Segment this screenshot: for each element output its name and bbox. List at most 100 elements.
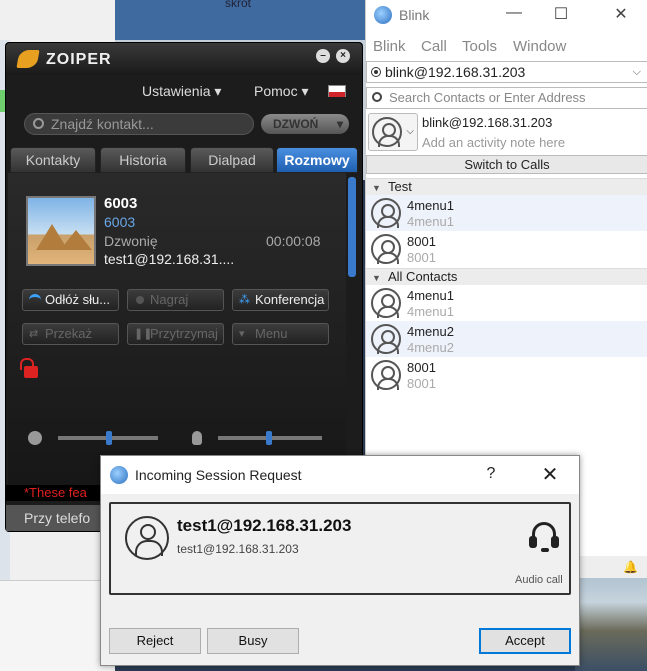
contact-uri: 8001 <box>407 376 436 391</box>
contact-name: 8001 <box>407 234 436 249</box>
close-icon[interactable]: × <box>336 49 350 63</box>
chevron-down-icon: ⌵ <box>632 66 641 78</box>
caller-uri: test1@192.168.31.203 <box>177 542 299 556</box>
avatar-icon <box>371 324 401 354</box>
record-icon <box>136 296 144 304</box>
blink-logo-icon <box>110 466 128 484</box>
blink-logo-icon <box>374 6 392 24</box>
dialog-close-button[interactable]: ✕ <box>537 462 563 487</box>
notification-bell-icon[interactable]: 🔔 <box>623 560 638 574</box>
maximize-icon[interactable]: ☐ <box>546 4 576 24</box>
hold-label: Przytrzymaj <box>150 326 218 341</box>
avatar-icon <box>372 117 402 147</box>
tab-dialpad[interactable]: Dialpad <box>190 147 274 173</box>
switch-to-calls-button[interactable]: Switch to Calls <box>366 155 647 174</box>
activity-note-input[interactable]: Add an activity note here <box>422 135 565 150</box>
tab-calls[interactable]: Rozmowy <box>276 147 358 173</box>
contact-search-input[interactable]: Znajdź kontakt... <box>24 113 254 135</box>
conference-label: Konferencja <box>255 292 325 307</box>
call-contact-number: 6003 <box>104 214 136 230</box>
microphone-volume-handle[interactable] <box>266 431 272 445</box>
scrollbar[interactable] <box>348 177 356 277</box>
busy-button[interactable]: Busy <box>207 628 299 654</box>
minimize-icon[interactable]: — <box>499 4 529 22</box>
accept-button[interactable]: Accept <box>479 628 571 654</box>
menu-help[interactable]: Pomoc ▾ <box>254 83 309 100</box>
contact-uri: 4menu1 <box>407 304 454 319</box>
reject-button[interactable]: Reject <box>109 628 201 654</box>
menu-window[interactable]: Window <box>513 38 566 55</box>
menu-call[interactable]: Call <box>421 38 447 55</box>
tab-history[interactable]: Historia <box>100 147 186 173</box>
contact-row[interactable]: 8001 8001 <box>366 231 647 267</box>
zoiper-tabs: Kontakty Historia Dialpad Rozmowy <box>8 147 360 173</box>
chevron-down-icon: ⌵ <box>406 126 414 137</box>
group-header[interactable]: All Contacts <box>366 268 647 286</box>
contact-name: 8001 <box>407 360 436 375</box>
microphone-icon <box>192 431 202 445</box>
contact-row[interactable]: 4menu1 4menu1 <box>366 285 647 321</box>
call-menu-label: Menu <box>255 326 288 341</box>
warning-text: *These fea <box>6 485 106 501</box>
hold-button[interactable]: ❚❚ Przytrzymaj <box>127 323 224 345</box>
caller-name: test1@192.168.31.203 <box>177 516 352 535</box>
speaker-icon <box>28 431 42 445</box>
account-address: blink@192.168.31.203 <box>385 64 526 80</box>
avatar-icon <box>371 198 401 228</box>
transfer-button[interactable]: ⇄ Przekaż <box>22 323 119 345</box>
incoming-session-dialog: Incoming Session Request ? ✕ test1@192.1… <box>100 455 580 666</box>
conference-button[interactable]: ⁂ Konferencja <box>232 289 329 311</box>
desktop-bottom <box>0 580 110 671</box>
account-selector[interactable]: blink@192.168.31.203 ⌵ <box>366 61 647 83</box>
call-type-label: Audio call <box>515 574 563 586</box>
call-contact-name: 6003 <box>104 195 138 212</box>
desktop-shortcut-label[interactable]: skrót <box>225 0 251 10</box>
zoiper-footer: Przy telefo <box>6 505 106 531</box>
contact-search-placeholder: Znajdź kontakt... <box>51 116 154 132</box>
group-header[interactable]: Test <box>366 178 647 196</box>
record-label: Nagraj <box>150 292 189 307</box>
avatar-icon <box>371 288 401 318</box>
chevron-down-icon[interactable]: ▾ <box>337 114 343 134</box>
pause-icon: ❚❚ <box>134 328 153 340</box>
minimize-icon[interactable]: – <box>316 49 330 63</box>
contact-row[interactable]: 4menu1 4menu1 <box>366 195 647 231</box>
call-menu-button[interactable]: ▾ Menu <box>232 323 329 345</box>
menu-blink[interactable]: Blink <box>373 38 406 55</box>
headset-icon <box>529 522 559 552</box>
dial-button[interactable]: DZWOŃ ▾ <box>261 114 349 134</box>
speaker-volume-handle[interactable] <box>106 431 112 445</box>
phone-icon <box>29 294 41 306</box>
tab-contacts[interactable]: Kontakty <box>10 147 96 173</box>
hangup-button[interactable]: Odłóż słu... <box>22 289 119 311</box>
caller-card: test1@192.168.31.203 test1@192.168.31.20… <box>109 502 571 595</box>
transfer-icon: ⇄ <box>29 328 39 340</box>
call-address: test1@192.168.31.... <box>104 251 235 267</box>
contact-row[interactable]: 4menu2 4menu2 <box>366 321 647 357</box>
contact-photo <box>26 196 96 266</box>
dialog-title: Incoming Session Request <box>135 467 302 483</box>
blink-title: Blink <box>399 7 430 23</box>
contact-uri: 4menu1 <box>407 214 454 229</box>
avatar-icon <box>371 234 401 264</box>
contact-uri: 4menu2 <box>407 340 454 355</box>
presence-button[interactable]: ⌵ <box>368 113 418 151</box>
contact-name: 4menu1 <box>407 288 454 303</box>
close-icon[interactable]: ✕ <box>606 4 636 24</box>
my-account-name: blink@192.168.31.203 <box>422 115 553 130</box>
zoiper-titlebar[interactable]: ZOIPER – × <box>6 43 362 75</box>
contact-name: 4menu1 <box>407 198 454 213</box>
language-flag-icon[interactable] <box>328 85 346 97</box>
contact-row[interactable]: 8001 8001 <box>366 357 647 393</box>
help-button[interactable]: ? <box>481 465 501 483</box>
menu-tools[interactable]: Tools <box>462 38 497 55</box>
record-button[interactable]: Nagraj <box>127 289 224 311</box>
call-status: Dzwonię <box>104 233 158 249</box>
search-icon <box>372 92 382 102</box>
menu-settings[interactable]: Ustawienia ▾ <box>142 83 221 100</box>
blink-titlebar[interactable]: Blink — ☐ ✕ <box>366 0 647 30</box>
contact-search-input[interactable]: Search Contacts or Enter Address <box>366 87 647 109</box>
unlock-icon[interactable] <box>20 358 38 378</box>
dialog-titlebar[interactable]: Incoming Session Request ? ✕ <box>101 456 579 494</box>
caller-avatar-icon <box>125 516 169 560</box>
